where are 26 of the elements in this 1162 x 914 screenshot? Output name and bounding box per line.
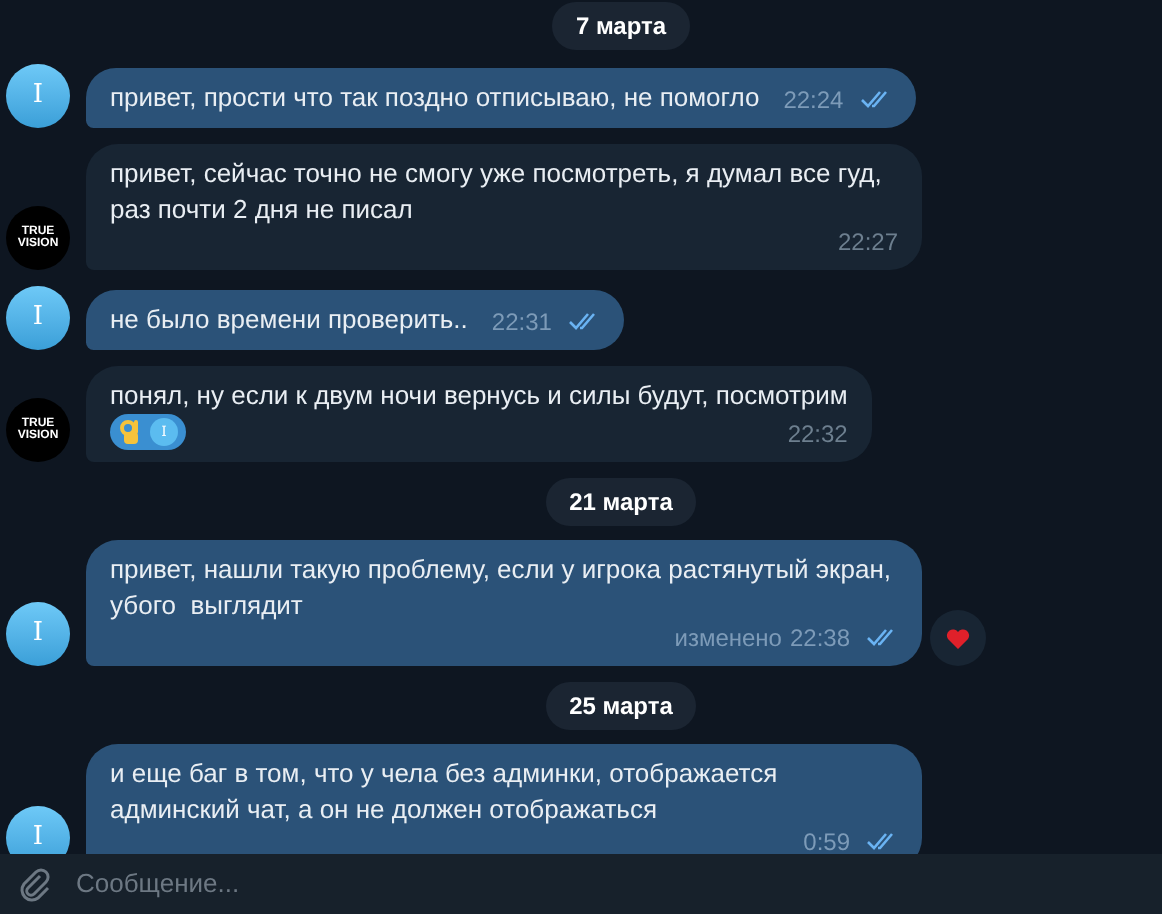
message-time: 22:38	[789, 624, 850, 652]
avatar: I	[6, 806, 70, 854]
message-text: не было времени проверить..	[110, 302, 468, 338]
message-time: 22:31	[491, 308, 552, 336]
avatar: I	[6, 64, 70, 128]
message-text: привет, сейчас точно не смогу уже посмотреть, я думал все гуд, раз почти 2 дня не писал	[110, 156, 884, 228]
reaction-badge[interactable]	[930, 610, 986, 666]
message-text: и еще баг в том, что у чела без админки, отображается админский чат, а он не должен отображаться	[110, 756, 780, 828]
message-input[interactable]: Сообщение...	[76, 864, 1146, 904]
message-time: 22:32	[787, 420, 848, 448]
message-text: привет, прости что так поздно отписываю, не помогло	[110, 80, 760, 116]
date-label: 7 марта	[551, 2, 691, 50]
date-label: 21 марта	[545, 478, 697, 526]
edited-label: изменено	[674, 624, 782, 652]
message-text: привет, нашли такую проблему, если у игрока растянутый экран, убого выглядит	[110, 552, 893, 624]
message-field[interactable]: Сообщение...	[0, 854, 1162, 914]
attach-icon[interactable]	[16, 866, 52, 902]
ok-hand-icon	[118, 418, 142, 446]
message-time: 22:24	[783, 86, 844, 114]
avatar: I	[6, 602, 70, 666]
message-time: 0:59	[803, 828, 850, 854]
message-text: понял, ну если к двум ночи вернусь и силы будут, посмотрим	[110, 378, 848, 414]
date-label: 25 марта	[545, 682, 697, 730]
heart-icon	[946, 627, 970, 649]
message-time: 22:27	[837, 228, 898, 256]
avatar: I	[6, 286, 70, 350]
